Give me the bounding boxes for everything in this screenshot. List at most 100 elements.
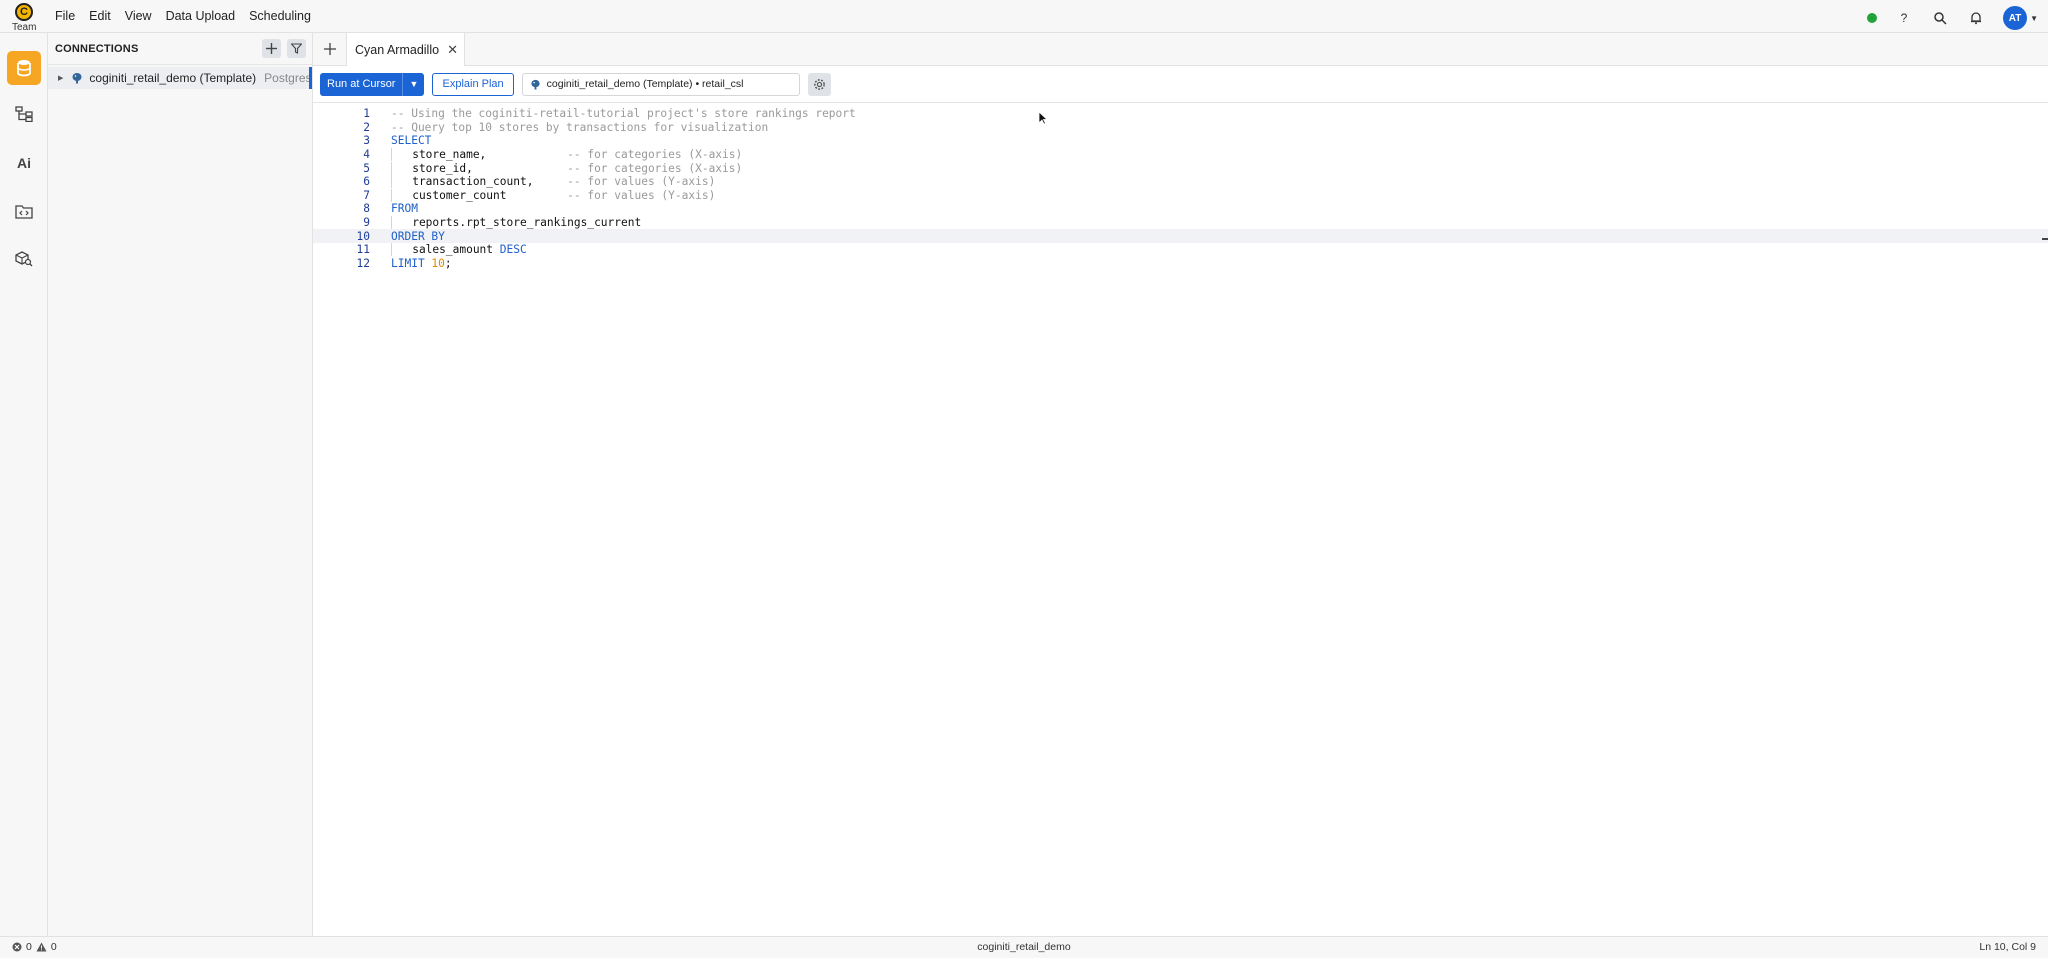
line-number: 7 [363, 188, 370, 202]
workspace-label: Team [12, 22, 37, 33]
line-content: store_name, -- for categories (X-axis) [391, 148, 742, 162]
menu-data-upload[interactable]: Data Upload [166, 9, 236, 23]
line-content: FROM [391, 202, 418, 215]
menu-view[interactable]: View [125, 9, 152, 23]
add-connection-button[interactable] [262, 39, 281, 58]
code-line[interactable]: 3 SELECT [313, 134, 2048, 148]
line-number: 6 [363, 175, 370, 189]
line-content: -- Query top 10 stores by transactions f… [391, 121, 768, 134]
code-line[interactable]: 5 store_id, -- for categories (X-axis) [313, 161, 2048, 175]
code-line[interactable]: 7 customer_count -- for values (Y-axis) [313, 188, 2048, 203]
line-number: 11 [356, 243, 370, 257]
line-content: -- Using the coginiti-retail-tutorial pr… [391, 107, 856, 120]
code-number: 10 [431, 256, 445, 270]
filter-connections-button[interactable] [287, 39, 306, 58]
line-number: 2 [363, 120, 370, 134]
connection-status-icon [1867, 13, 1878, 23]
code-line[interactable]: 12 LIMIT 10; [313, 257, 2048, 271]
code-line[interactable]: 9 reports.rpt_store_rankings_current [313, 216, 2048, 230]
line-content: customer_count -- for values (Y-axis) [391, 188, 716, 202]
connection-item[interactable]: ▶ coginiti_retail_demo (Template) Postgr… [48, 67, 312, 89]
tab-label: Cyan Armadillo [355, 42, 440, 57]
avatar: AT [2003, 6, 2028, 30]
line-number: 9 [363, 216, 370, 230]
code-editor[interactable]: 1 -- Using the coginiti-retail-tutorial p… [313, 103, 2048, 270]
help-icon[interactable]: ? [1895, 9, 1913, 27]
plus-icon [323, 43, 336, 55]
code-text: reports.rpt_store_rankings_current [392, 216, 642, 230]
app-logo[interactable]: C Team [12, 3, 37, 33]
close-icon[interactable]: ✕ [447, 42, 458, 58]
connection-name: coginiti_retail_demo (Template) [89, 71, 257, 85]
ai-assistant-icon[interactable]: Ai [7, 146, 41, 180]
connection-select-value: coginiti_retail_demo (Template) • retail… [546, 78, 744, 90]
gear-icon [813, 78, 825, 90]
package-search-icon[interactable] [7, 242, 41, 276]
connections-title: CONNECTIONS [55, 42, 139, 55]
run-button-group: Run at Cursor ▼ [320, 72, 425, 96]
code-text: store_name, [392, 148, 568, 162]
postgres-icon [531, 79, 540, 90]
line-number: 10 [356, 229, 370, 243]
editor-toolbar: Run at Cursor ▼ Explain Plan coginiti_re… [313, 66, 2048, 103]
expand-icon[interactable]: ▶ [58, 74, 63, 82]
header-actions: ? AT ▼ [1867, 6, 2038, 30]
code-line[interactable]: 6 transaction_count, -- for values (Y-ax… [313, 175, 2048, 189]
code-folder-icon[interactable] [7, 194, 41, 228]
run-at-cursor-button[interactable]: Run at Cursor [320, 72, 403, 96]
search-icon[interactable] [1931, 9, 1949, 27]
status-connection: coginiti_retail_demo [977, 941, 1071, 953]
user-menu[interactable]: AT ▼ [2003, 6, 2038, 30]
line-number: 3 [363, 134, 370, 148]
line-content: transaction_count, -- for values (Y-axis… [391, 175, 715, 189]
run-options-chevron-icon[interactable]: ▼ [402, 72, 425, 96]
tab-cyan-armadillo[interactable]: Cyan Armadillo ✕ [347, 33, 465, 66]
menu-bar: File Edit View Data Upload Scheduling [55, 9, 311, 23]
svg-text:?: ? [1901, 11, 1908, 25]
nav-rail: Ai [0, 33, 48, 936]
code-keyword: DESC [499, 243, 527, 257]
line-content: store_id, -- for categories (X-axis) [391, 161, 743, 175]
line-content: ORDER BY [391, 230, 445, 243]
menu-file[interactable]: File [55, 9, 75, 23]
tab-bar: Cyan Armadillo ✕ [313, 33, 2048, 66]
code-line[interactable]: 11 sales_amount DESC [313, 243, 2048, 257]
code-keyword: SELECT [391, 134, 432, 148]
connection-type: Postgres [264, 71, 312, 85]
code-comment: -- Using the coginiti-retail-tutorial pr… [391, 107, 856, 121]
code-text: sales_amount [392, 243, 500, 257]
line-number: 8 [363, 202, 370, 216]
code-line[interactable]: 2 -- Query top 10 stores by transactions … [313, 121, 2048, 135]
connections-panel: CONNECTIONS ▶ coginiti_retail_demo (Temp… [48, 33, 313, 936]
line-number: 4 [363, 148, 370, 162]
line-number: 1 [363, 107, 370, 121]
plus-icon [266, 43, 277, 54]
line-content: reports.rpt_store_rankings_current [391, 216, 642, 230]
bell-icon[interactable] [1967, 9, 1985, 27]
code-text: ; [444, 256, 452, 270]
new-tab-button[interactable] [313, 33, 347, 65]
top-bar: C Team File Edit View Data Upload Schedu… [0, 0, 2048, 33]
editor-settings-button[interactable] [807, 72, 831, 96]
line-number: 5 [363, 161, 370, 175]
menu-edit[interactable]: Edit [89, 9, 111, 23]
code-comment: -- Query top 10 stores by transactions f… [391, 120, 769, 134]
explain-plan-button[interactable]: Explain Plan [432, 72, 514, 96]
code-line[interactable]: 4 store_name, -- for categories (X-axis) [313, 148, 2048, 162]
connection-select[interactable]: coginiti_retail_demo (Template) • retail… [521, 72, 800, 96]
chevron-down-icon: ▼ [2030, 13, 2038, 23]
code-comment: -- for categories (X-axis) [567, 161, 743, 175]
line-content: LIMIT 10; [391, 257, 452, 270]
code-text: customer_count [392, 188, 568, 202]
code-line[interactable]: 8 FROM [313, 202, 2048, 216]
code-keyword: LIMIT [391, 256, 432, 270]
database-icon[interactable] [7, 51, 41, 85]
code-line[interactable]: 1 -- Using the coginiti-retail-tutorial p… [313, 107, 2048, 121]
line-content: SELECT [391, 134, 431, 147]
status-bar: 0 0 coginiti_retail_demo Ln 10, Col 9 [0, 936, 2048, 958]
menu-scheduling[interactable]: Scheduling [249, 9, 311, 23]
code-comment: -- for values (Y-axis) [567, 188, 716, 202]
workflow-icon[interactable] [7, 97, 41, 131]
code-line[interactable]: 10 ORDER BY [313, 229, 2048, 243]
code-keyword: ORDER BY [391, 229, 445, 243]
